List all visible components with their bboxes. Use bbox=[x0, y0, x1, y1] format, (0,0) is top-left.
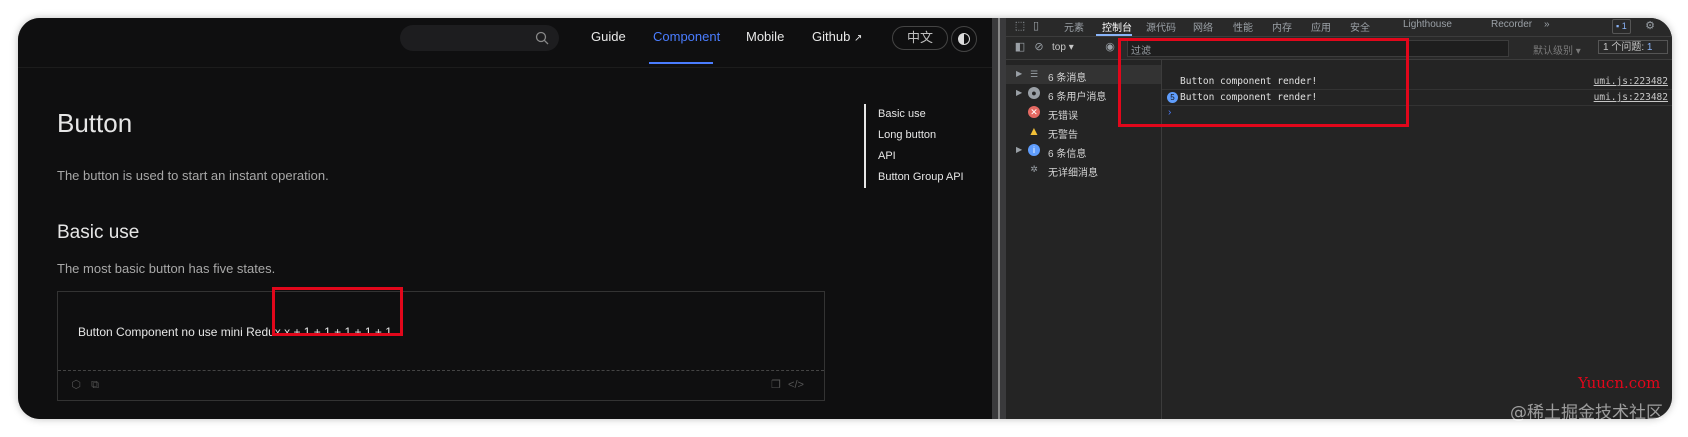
device-toggle-icon[interactable]: ▯ bbox=[1030, 20, 1042, 32]
tab-network[interactable]: 网络 bbox=[1193, 19, 1213, 34]
inspect-icon[interactable]: ⬚ bbox=[1014, 20, 1026, 32]
live-expression-eye-icon[interactable]: ◉ bbox=[1104, 41, 1116, 53]
toc-item-button-group-api[interactable]: Button Group API bbox=[878, 167, 964, 188]
settings-gear-icon[interactable]: ⚙ bbox=[1644, 20, 1656, 32]
search-icon bbox=[535, 31, 549, 45]
nav-github-label: Github bbox=[812, 29, 851, 44]
log-level-select[interactable]: 默认级别 ▾ bbox=[1533, 42, 1581, 57]
issues-count: 1 bbox=[1646, 42, 1653, 53]
highlight-box-demo bbox=[272, 287, 403, 336]
toc-item-long-button[interactable]: Long button bbox=[878, 125, 964, 146]
devtools-tab-bar: ⬚ ▯ 元素 控制台 源代码 网络 性能 内存 应用 安全 Lighthouse… bbox=[1006, 18, 1672, 37]
context-select[interactable]: top ▾ bbox=[1052, 42, 1074, 53]
issues-badge[interactable]: ▪ 1 bbox=[1612, 19, 1631, 34]
demo-box: Button Component no use mini Redux x + 1… bbox=[57, 291, 825, 401]
more-tabs-icon[interactable]: » bbox=[1544, 19, 1550, 30]
sidebar-item-label: 6 条消息 bbox=[1048, 73, 1087, 84]
log-source-link[interactable]: umi.js:223482 bbox=[1594, 92, 1668, 103]
language-toggle[interactable]: 中文 bbox=[892, 26, 948, 50]
context-select-value: top bbox=[1052, 42, 1066, 53]
tab-recorder[interactable]: Recorder bbox=[1491, 19, 1532, 30]
sidebar-item-verbose[interactable]: ✲ 无详细消息 bbox=[1006, 160, 1161, 179]
watermark-site: Yuucn.com bbox=[1578, 374, 1661, 392]
info-icon: i bbox=[1028, 144, 1040, 156]
sidebar-item-label: 6 条用户消息 bbox=[1048, 92, 1107, 103]
tab-elements[interactable]: 元素 bbox=[1064, 19, 1084, 34]
sidebar-item-label: 无警告 bbox=[1048, 130, 1078, 141]
tab-application[interactable]: 应用 bbox=[1311, 19, 1331, 34]
verbose-icon: ✲ bbox=[1030, 164, 1038, 174]
demo-divider bbox=[58, 370, 824, 371]
tab-memory[interactable]: 内存 bbox=[1272, 19, 1292, 34]
page-title: Button bbox=[57, 108, 133, 138]
pane-resize-handle[interactable] bbox=[992, 18, 1006, 419]
issues-badge-count: 1 bbox=[1621, 21, 1627, 31]
sidebar-item-info[interactable]: ▶ i 6 条信息 bbox=[1006, 141, 1161, 160]
tab-console[interactable]: 控制台 bbox=[1102, 19, 1132, 34]
open-external-icon[interactable]: ⧉ bbox=[89, 379, 101, 391]
sidebar-item-label: 无错误 bbox=[1048, 111, 1078, 122]
docs-page: Guide Component Mobile Github ↗ 中文 Butto… bbox=[18, 18, 992, 419]
user-icon: ● bbox=[1028, 87, 1040, 99]
expand-arrow-icon: ▶ bbox=[1016, 145, 1023, 154]
active-tab-indicator bbox=[1096, 34, 1132, 36]
warning-icon: ▲ bbox=[1028, 124, 1040, 138]
tab-security[interactable]: 安全 bbox=[1350, 19, 1370, 34]
nav-divider bbox=[18, 67, 992, 68]
page-description: The button is used to start an instant o… bbox=[57, 168, 329, 183]
sidebar-toggle-icon[interactable]: ◧ bbox=[1014, 41, 1026, 53]
table-of-contents: Basic use Long button API Button Group A… bbox=[864, 104, 964, 188]
list-icon: ☰ bbox=[1029, 69, 1039, 79]
theme-toggle-icon[interactable] bbox=[951, 26, 977, 52]
issues-button[interactable]: 1 个问题: 1 bbox=[1598, 40, 1668, 54]
toc-item-basic-use[interactable]: Basic use bbox=[878, 104, 964, 125]
message-icon: ▪ bbox=[1616, 21, 1620, 31]
issues-label: 1 个问题: bbox=[1603, 42, 1645, 53]
highlight-box-console bbox=[1118, 38, 1409, 127]
expand-arrow-icon: ▶ bbox=[1016, 88, 1023, 97]
section-description: The most basic button has five states. bbox=[57, 261, 276, 276]
dropdown-icon: ▾ bbox=[1068, 42, 1074, 53]
nav-component[interactable]: Component bbox=[653, 29, 720, 44]
error-icon: ✕ bbox=[1028, 106, 1040, 118]
tab-lighthouse[interactable]: Lighthouse bbox=[1403, 19, 1452, 30]
active-nav-indicator bbox=[649, 62, 713, 64]
search-input[interactable] bbox=[400, 25, 559, 51]
nav-guide[interactable]: Guide bbox=[591, 29, 626, 44]
log-level-value: 默认级别 bbox=[1533, 46, 1573, 57]
screenshot-frame: Guide Component Mobile Github ↗ 中文 Butto… bbox=[18, 18, 1672, 419]
tab-sources[interactable]: 源代码 bbox=[1146, 19, 1176, 34]
nav-github[interactable]: Github ↗ bbox=[812, 29, 862, 44]
code-icon[interactable]: </> bbox=[788, 379, 804, 391]
external-link-icon: ↗ bbox=[853, 33, 863, 44]
sidebar-item-label: 6 条信息 bbox=[1048, 149, 1087, 160]
tab-performance[interactable]: 性能 bbox=[1233, 19, 1253, 34]
log-source-link[interactable]: umi.js:223482 bbox=[1594, 76, 1668, 87]
sidebar-item-label: 无详细消息 bbox=[1048, 168, 1098, 179]
nav-mobile[interactable]: Mobile bbox=[746, 29, 784, 44]
copy-icon[interactable]: ❐ bbox=[770, 379, 782, 391]
clear-console-icon[interactable]: ⊘ bbox=[1033, 41, 1045, 53]
section-title: Basic use bbox=[57, 222, 140, 243]
codesandbox-icon[interactable]: ⬡ bbox=[70, 379, 82, 391]
watermark-author: @稀土掘金技术社区 bbox=[1510, 403, 1663, 423]
expand-arrow-icon: ▶ bbox=[1016, 69, 1023, 78]
top-navigation: Guide Component Mobile Github ↗ 中文 bbox=[18, 18, 992, 67]
toc-item-api[interactable]: API bbox=[878, 146, 964, 167]
